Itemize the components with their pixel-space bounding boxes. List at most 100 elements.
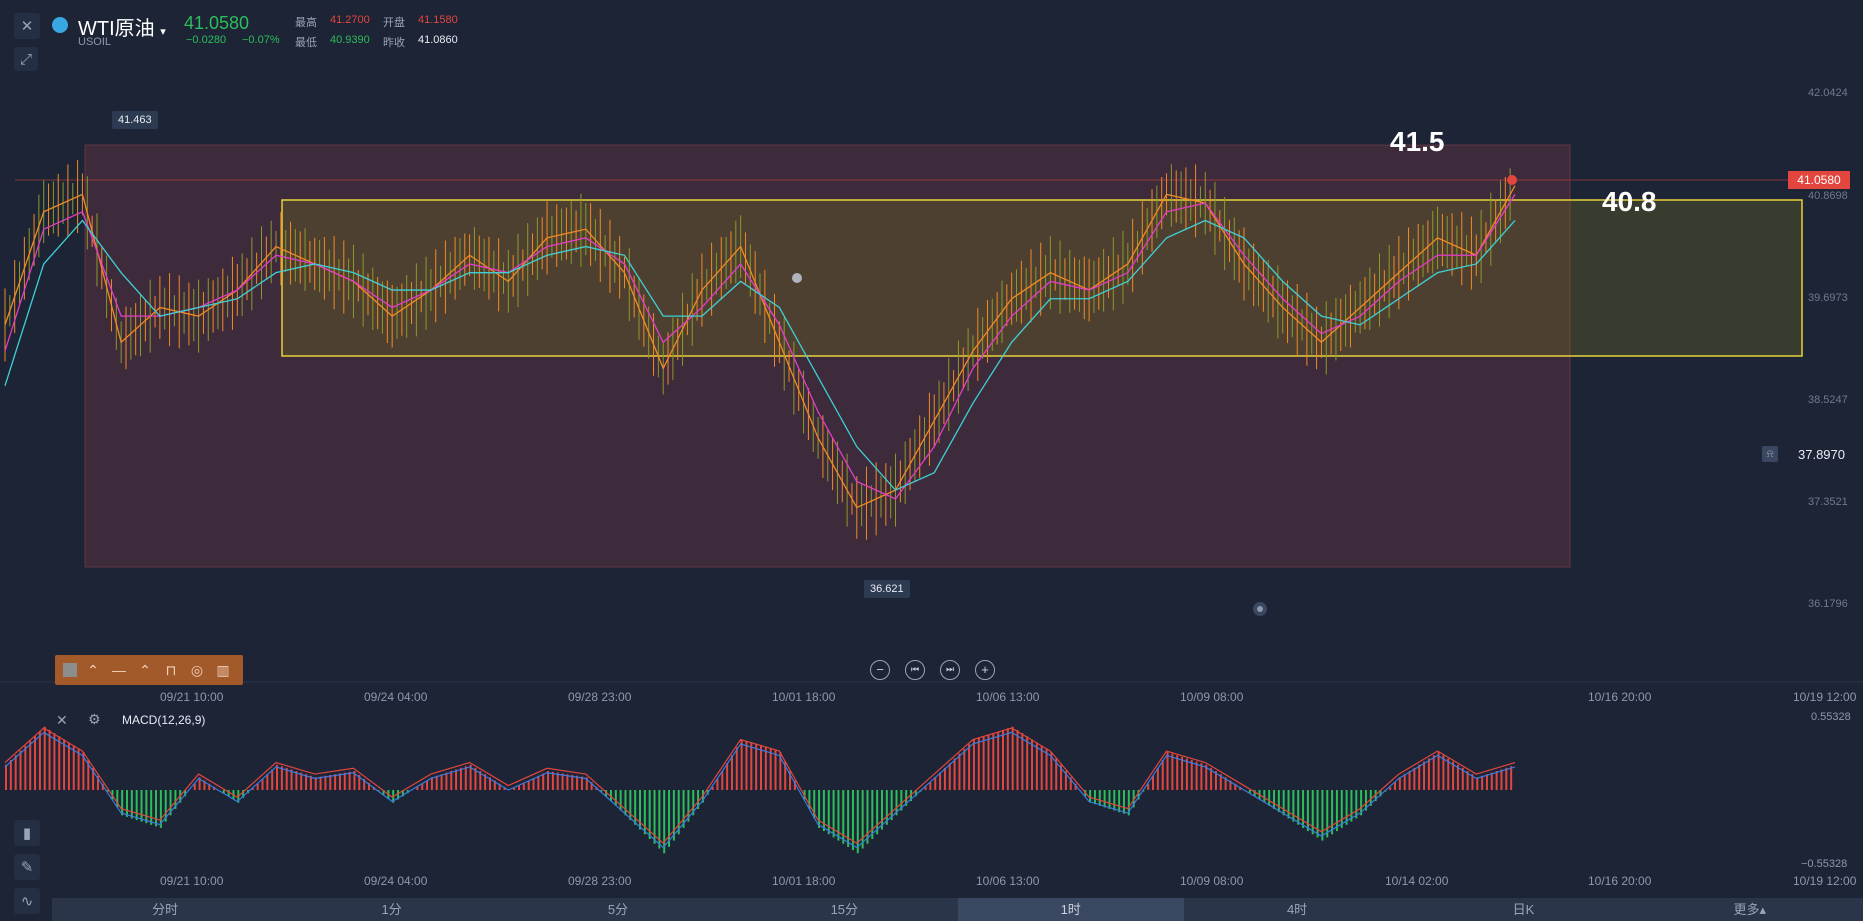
macd-bar <box>1510 766 1513 790</box>
macd-bar <box>551 771 554 790</box>
price-tick: 39.6973 <box>1808 292 1848 304</box>
chevron-up-icon[interactable]: ⌃ <box>83 662 103 679</box>
macd-bar <box>1490 772 1493 790</box>
time-tick: 10/01 18:00 <box>772 874 836 888</box>
macd-bar <box>1089 790 1092 803</box>
macd-bar <box>547 771 550 790</box>
indicator-icon[interactable]: ▮ <box>14 820 40 846</box>
zoom-in-button[interactable]: + <box>975 660 995 680</box>
macd-bar <box>866 790 869 844</box>
macd-bar <box>1152 775 1155 790</box>
macd-bar <box>1200 763 1203 790</box>
macd-bar <box>997 731 1000 790</box>
price-tick: 36.1796 <box>1808 598 1848 610</box>
tab-4hour[interactable]: 4时 <box>1184 898 1410 921</box>
macd-bar <box>34 736 37 790</box>
macd-bar <box>334 774 337 790</box>
low-tooltip: 36.621 <box>864 580 910 598</box>
pencil-icon[interactable]: ✎ <box>14 854 40 880</box>
close-indicator-icon[interactable]: ✕ <box>56 712 68 729</box>
macd-bar <box>426 780 429 790</box>
macd-bar <box>668 790 671 847</box>
macd-bar <box>67 742 70 790</box>
macd-bar <box>455 769 458 790</box>
line-style-icon[interactable]: — <box>109 662 129 678</box>
macd-bar <box>1403 774 1406 790</box>
macd-bar <box>716 778 719 790</box>
macd-bar <box>880 790 883 830</box>
tab-1min[interactable]: 1分 <box>278 898 504 921</box>
macd-bar <box>527 780 530 790</box>
time-tick: 10/19 12:00 <box>1793 874 1857 888</box>
macd-bar <box>963 748 966 790</box>
settings-icon[interactable]: ⚙ <box>88 711 101 728</box>
macd-bar <box>14 755 17 790</box>
macd-bar <box>324 775 327 790</box>
macd-bar <box>29 740 32 790</box>
tab-daily[interactable]: 日K <box>1410 898 1636 921</box>
trash-icon[interactable]: ▥ <box>213 662 233 679</box>
macd-bar <box>63 739 66 790</box>
macd-bar <box>1292 790 1295 822</box>
macd-bar <box>1331 790 1334 835</box>
macd-bar <box>1505 767 1508 790</box>
macd-bar <box>968 744 971 790</box>
time-tick: 10/16 20:00 <box>1588 690 1652 704</box>
macd-bar <box>1263 790 1266 803</box>
macd-bar <box>614 790 617 806</box>
zoom-out-button[interactable]: − <box>870 660 890 680</box>
macd-bar <box>343 772 346 790</box>
macd-bar <box>1118 790 1121 813</box>
drawing-toolbar[interactable]: ⌃ — ⌃ ⊓ ◎ ▥ <box>55 655 243 685</box>
high-tooltip: 41.463 <box>112 111 158 129</box>
macd-bar <box>1437 752 1440 790</box>
macd-bar <box>1432 755 1435 790</box>
alert-bell-icon[interactable]: ⍾ <box>1762 446 1778 462</box>
macd-bar <box>992 733 995 790</box>
chevron-up-icon[interactable]: ⌃ <box>135 662 155 679</box>
tab-timeshare[interactable]: 分时 <box>52 898 278 921</box>
price-chart[interactable] <box>0 0 1863 921</box>
macd-bar <box>1335 790 1338 832</box>
macd-bar <box>276 764 279 790</box>
macd-bar <box>1122 790 1125 814</box>
tab-1hour[interactable]: 1时 <box>957 898 1184 921</box>
tab-15min[interactable]: 15分 <box>731 898 957 921</box>
hide-icon[interactable]: ◎ <box>187 662 207 679</box>
macd-bar <box>24 745 27 790</box>
macd-bar <box>19 750 22 790</box>
lock-icon[interactable]: ⊓ <box>161 662 181 679</box>
jump-start-button[interactable]: ⏮ <box>905 660 925 680</box>
price-tick: 40.8698 <box>1808 190 1848 202</box>
color-swatch-icon[interactable] <box>63 663 77 677</box>
tab-more[interactable]: 更多▴ <box>1637 898 1863 921</box>
macd-bar <box>745 740 748 790</box>
macd-bar <box>261 778 264 790</box>
macd-bar <box>450 771 453 790</box>
macd-bar <box>1287 790 1290 819</box>
time-tick: 09/28 23:00 <box>568 690 632 704</box>
macd-bar <box>769 748 772 790</box>
macd-bar <box>1103 790 1106 808</box>
macd-bar <box>125 790 128 817</box>
macd-bar <box>948 763 951 790</box>
tab-5min[interactable]: 5分 <box>505 898 731 921</box>
macd-bar <box>72 745 75 790</box>
crosshair-dot <box>792 273 802 283</box>
macd-bar <box>1040 745 1043 790</box>
macd-bar <box>1161 759 1164 790</box>
macd-bar <box>430 777 433 790</box>
macd-bar <box>140 790 143 822</box>
macd-bar <box>827 790 830 835</box>
macd-bar <box>1108 790 1111 809</box>
macd-bar <box>982 736 985 790</box>
macd-bar <box>319 776 322 790</box>
macd-bar <box>145 790 148 824</box>
jump-end-button[interactable]: ⏭ <box>940 660 960 680</box>
last-price-badge: 41.0580 <box>1788 171 1850 189</box>
chart-type-icon[interactable]: ∿ <box>14 888 40 914</box>
macd-bar <box>730 755 733 790</box>
macd-bar <box>958 753 961 790</box>
macd-bar <box>934 777 937 790</box>
macd-bar <box>1408 771 1411 790</box>
